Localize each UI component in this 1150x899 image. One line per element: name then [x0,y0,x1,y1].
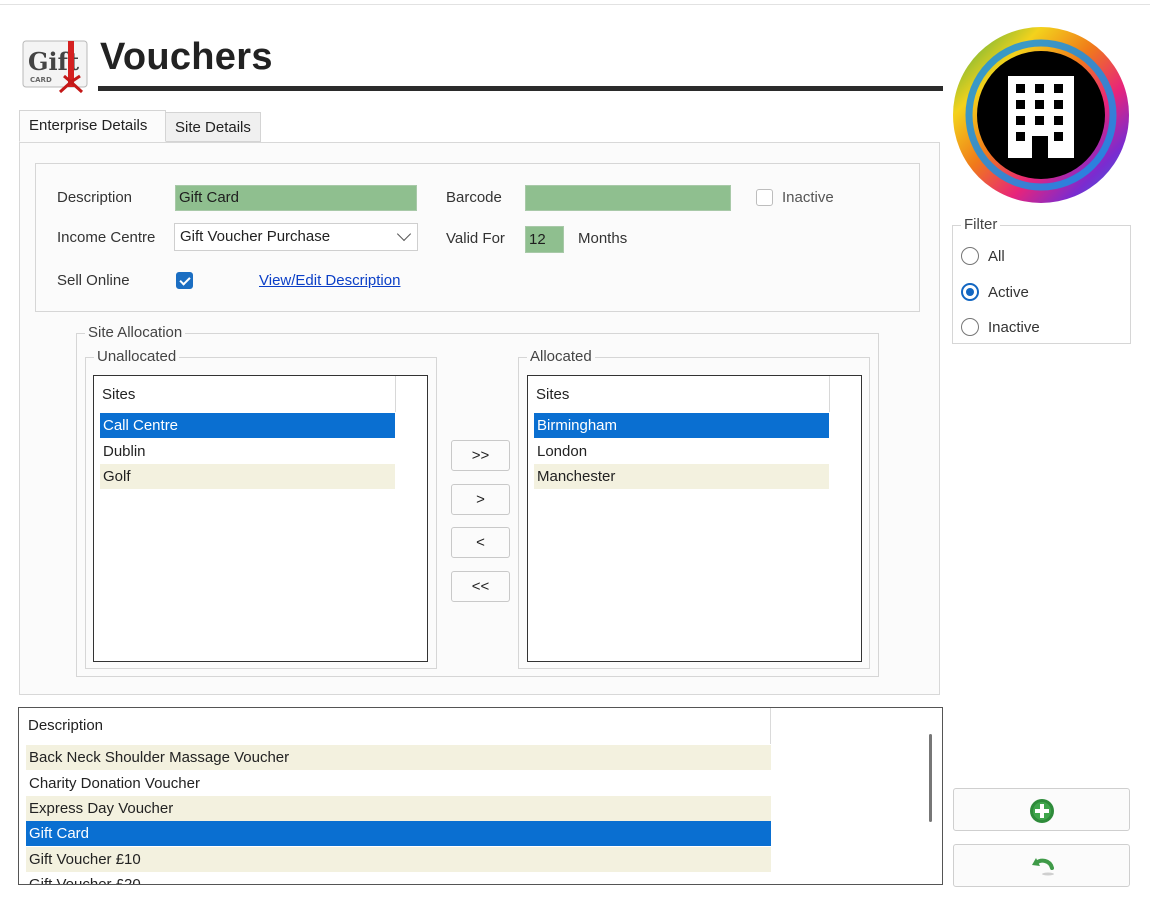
table-row[interactable]: Gift Voucher £20 [26,872,771,884]
unallocated-sites-header: Sites [94,376,396,412]
move-all-left-button[interactable]: << [451,571,510,602]
logo-subtext: CARD [30,76,52,84]
valid-for-unit: Months [578,230,628,247]
view-edit-description-link[interactable]: View/Edit Description [259,272,400,289]
voucher-list[interactable]: Description Back Neck Shoulder Massage V… [18,707,943,885]
allocated-title: Allocated [527,348,595,365]
allocated-sites-list[interactable]: Sites Birmingham London Manchester [527,375,862,662]
table-row[interactable]: Charity Donation Voucher [26,771,771,796]
gift-card-icon: Gift CARD [22,40,92,94]
undo-icon [1032,858,1054,876]
page-title: Vouchers [100,36,273,78]
filter-all-label: All [988,248,1005,265]
table-row[interactable]: Back Neck Shoulder Massage Voucher [26,745,771,770]
unallocated-title: Unallocated [94,348,180,365]
move-right-button[interactable]: > [451,484,510,515]
barcode-label: Barcode [446,189,502,206]
allocated-sites-header: Sites [528,376,830,412]
building-icon [950,24,1133,207]
filter-active-radio[interactable] [961,283,979,301]
income-centre-value: Gift Voucher Purchase [180,228,331,245]
income-centre-label: Income Centre [57,229,156,246]
add-icon [1030,799,1054,823]
list-item[interactable]: London [534,439,829,464]
inactive-checkbox[interactable] [756,189,773,206]
site-allocation-title: Site Allocation [85,324,186,341]
unallocated-sites-list[interactable]: Sites Call Centre Dublin Golf [93,375,428,662]
voucher-list-header: Description [19,708,771,744]
table-row[interactable]: Express Day Voucher [26,796,771,821]
list-item[interactable]: Dublin [100,439,395,464]
undo-button[interactable] [953,844,1130,887]
filter-inactive-radio[interactable] [961,318,979,336]
table-row[interactable]: Gift Card [26,821,771,846]
filter-active-label: Active [988,284,1029,301]
list-item[interactable]: Golf [100,464,395,489]
inactive-label: Inactive [782,189,834,206]
filter-inactive-label: Inactive [988,319,1040,336]
sell-online-label: Sell Online [57,272,130,289]
filter-title: Filter [961,216,1001,233]
chevron-down-icon [396,226,412,242]
move-left-button[interactable]: < [451,527,510,558]
valid-for-field[interactable]: 12 [525,226,564,253]
filter-all-radio[interactable] [961,247,979,265]
valid-for-label: Valid For [446,230,505,247]
description-field[interactable]: Gift Card [175,185,417,211]
list-item[interactable]: Birmingham [534,413,829,438]
tab-enterprise-details[interactable]: Enterprise Details [19,110,166,142]
sell-online-checkbox[interactable] [176,272,193,289]
title-underline [98,86,943,91]
move-all-right-button[interactable]: >> [451,440,510,471]
add-button[interactable] [953,788,1130,831]
list-item[interactable]: Manchester [534,464,829,489]
barcode-field[interactable] [525,185,731,211]
table-row[interactable]: Gift Voucher £10 [26,847,771,872]
top-border [0,4,1150,5]
vertical-scrollbar[interactable] [929,734,932,822]
description-label: Description [57,189,133,206]
tab-site-details[interactable]: Site Details [165,112,261,142]
income-centre-select[interactable]: Gift Voucher Purchase [174,223,418,251]
list-item[interactable]: Call Centre [100,413,395,438]
